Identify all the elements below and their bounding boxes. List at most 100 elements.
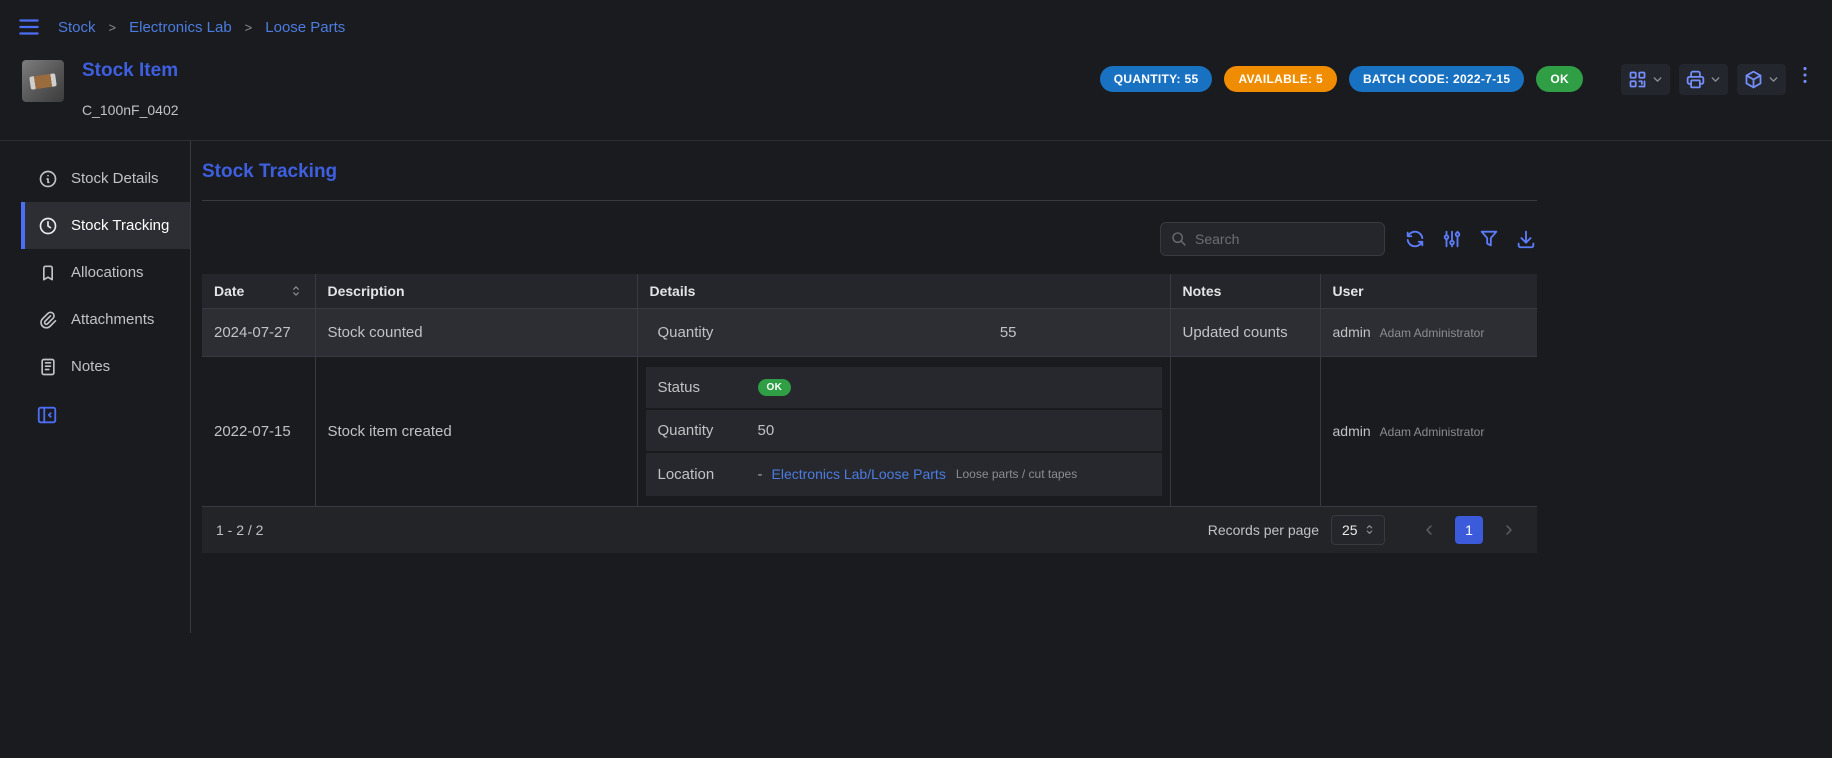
breadcrumb-link-electronics-lab[interactable]: Electronics Lab [129,19,232,36]
sidebar-item-notes[interactable]: Notes [21,343,190,390]
info-circle-icon [38,169,58,189]
description-cell: Stock item created [315,356,637,506]
search-box [1160,222,1385,256]
breadcrumb-link-stock[interactable]: Stock [58,19,96,36]
bookmark-icon [38,263,58,283]
column-header-details[interactable]: Details [637,274,1170,308]
detail-row-status: Status OK [646,367,1162,410]
sort-icon[interactable] [289,284,303,298]
detail-row-location: Location - Electronics Lab/Loose Parts L… [646,453,1162,496]
user-cell: adminAdam Administrator [1320,308,1537,356]
chevron-down-icon [1709,73,1722,86]
download-button[interactable] [1515,228,1537,250]
notes-cell [1170,356,1320,506]
detail-key: Location [658,466,758,483]
stock-actions-icon [1743,69,1764,90]
status-ok-chip: OK [758,379,792,396]
previous-page-button[interactable] [1415,516,1443,544]
actions-menu-button[interactable] [1794,64,1816,86]
barcode-actions-button[interactable] [1621,64,1670,95]
breadcrumb: Stock > Electronics Lab > Loose Parts [58,19,345,36]
print-actions-button[interactable] [1679,64,1728,95]
detail-key: Status [658,379,758,396]
user-cell: adminAdam Administrator [1320,356,1537,506]
capacitor-image [29,73,57,89]
column-header-user[interactable]: User [1320,274,1537,308]
breadcrumb-separator: > [109,20,117,35]
sidebar-item-label: Stock Tracking [71,217,169,234]
table-footer: 1 - 2 / 2 Records per page 25 1 [202,507,1537,553]
search-input[interactable] [1195,231,1376,247]
batch-code-badge: BATCH CODE: 2022-7-15 [1349,66,1524,92]
status-ok-badge: OK [1536,66,1583,92]
sidebar-item-stock-tracking[interactable]: Stock Tracking [21,202,190,249]
sidebar-collapse-button[interactable] [36,404,60,426]
detail-table: Status OK Quantity 50 Location - Electro… [646,367,1162,496]
notes-icon [38,357,58,377]
top-nav-bar: Stock > Electronics Lab > Loose Parts [0,0,1832,46]
search-icon [1171,231,1187,247]
next-page-button[interactable] [1495,516,1523,544]
sidebar-item-allocations[interactable]: Allocations [21,249,190,296]
description-cell: Stock counted [315,308,637,356]
page-1-button[interactable]: 1 [1455,516,1483,544]
stock-operations-button[interactable] [1737,64,1786,95]
date-cell: 2024-07-27 [202,308,315,356]
select-spinner-icon [1363,523,1376,536]
notes-cell: Updated counts [1170,308,1320,356]
status-badges: QUANTITY: 55 AVAILABLE: 5 BATCH CODE: 20… [1100,66,1583,92]
header-actions [1621,64,1786,95]
detail-key: Quantity [658,324,758,341]
date-cell: 2022-07-15 [202,356,315,506]
chevron-left-icon [1421,522,1437,538]
table-toolbar [202,222,1537,256]
table-options-button[interactable] [1441,228,1463,250]
column-header-notes[interactable]: Notes [1170,274,1320,308]
details-cell: Status OK Quantity 50 Location - Electro… [637,356,1170,506]
panel-title: Stock Tracking [202,161,1832,183]
chevron-right-icon [1501,522,1517,538]
pagination-range: 1 - 2 / 2 [216,522,263,538]
sidebar-item-label: Attachments [71,311,154,328]
printer-icon [1685,69,1706,90]
page-title: Stock Item [82,60,179,82]
sidebar-item-attachments[interactable]: Attachments [21,296,190,343]
breadcrumb-separator: > [245,20,253,35]
column-header-date[interactable]: Date [202,274,315,308]
available-badge: AVAILABLE: 5 [1224,66,1337,92]
location-description: Loose parts / cut tapes [956,467,1077,481]
detail-key: Quantity [658,422,758,439]
content: Stock Details Stock Tracking Allocations… [0,141,1832,633]
main-panel: Stock Tracking [191,141,1832,633]
table-row[interactable]: 2022-07-15 Stock item created Status OK … [202,356,1537,506]
column-header-description[interactable]: Description [315,274,637,308]
stock-tracking-table: Date Description Details Notes User 20 [202,274,1537,507]
username: admin [1333,324,1371,340]
records-per-page-select[interactable]: 25 [1331,515,1385,545]
history-icon [38,216,58,236]
table-row[interactable]: 2024-07-27 Stock counted Quantity 55 Upd… [202,308,1537,356]
sidebar-item-label: Stock Details [71,170,159,187]
location-link[interactable]: Electronics Lab/Loose Parts [772,466,946,482]
sidebar-item-stock-details[interactable]: Stock Details [21,155,190,202]
panel-divider [202,200,1537,201]
stock-item-thumbnail[interactable] [22,60,64,102]
paperclip-icon [38,310,58,330]
title-block: Stock Item C_100nF_0402 [82,56,179,118]
quantity-badge: QUANTITY: 55 [1100,66,1213,92]
qrcode-icon [1627,69,1648,90]
breadcrumb-link-loose-parts[interactable]: Loose Parts [265,19,345,36]
sidebar-item-label: Notes [71,358,110,375]
stock-item-name: C_100nF_0402 [82,102,179,118]
detail-row-quantity: Quantity 50 [646,410,1162,453]
refresh-button[interactable] [1404,228,1426,250]
page-header: Stock Item C_100nF_0402 QUANTITY: 55 AVA… [0,46,1832,118]
sidebar-item-label: Allocations [71,264,144,281]
filter-button[interactable] [1478,228,1500,250]
details-cell: Quantity 55 [637,308,1170,356]
pagination-controls: Records per page 25 1 [1208,515,1523,545]
hamburger-menu-icon[interactable] [16,14,42,40]
detail-value: 55 [758,324,1150,341]
chevron-down-icon [1767,73,1780,86]
column-header-label: Date [214,283,244,299]
